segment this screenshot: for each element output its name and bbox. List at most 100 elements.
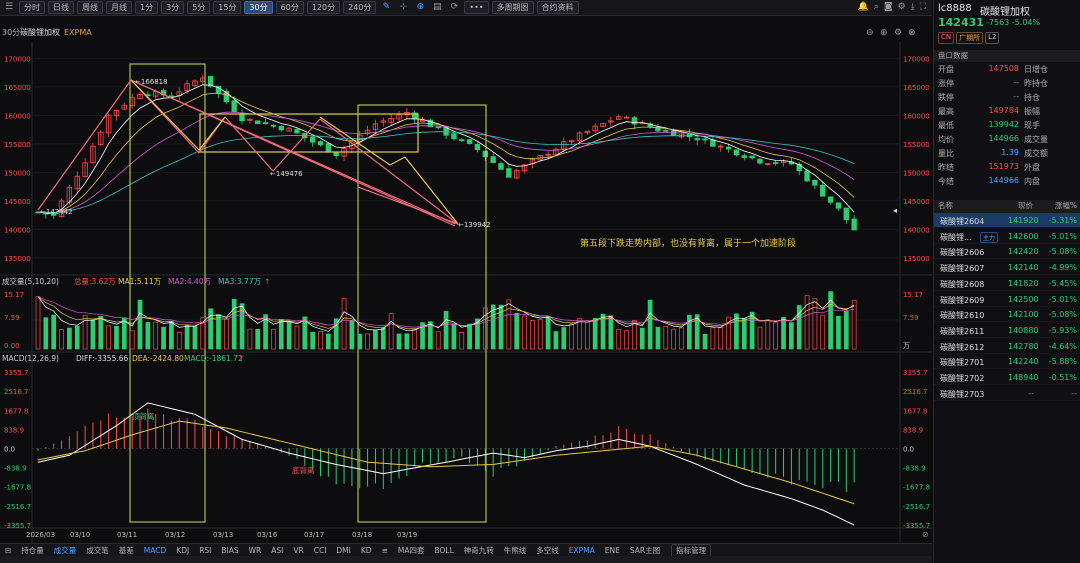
macd-axis-label-right: 1677.8 (903, 407, 928, 415)
indicator-tab[interactable]: 指标管理 (671, 543, 712, 557)
period-button[interactable]: ••• (464, 1, 489, 14)
indicator-tab[interactable]: RSI (194, 546, 216, 555)
period-button[interactable]: 5分 (187, 1, 211, 14)
search-icon[interactable]: ⌕ (874, 2, 879, 12)
macd-axis-label-right: 0.0 (903, 446, 914, 454)
volume-bar (467, 323, 472, 350)
bell-icon[interactable]: 🔔 (858, 2, 869, 12)
indicator-tab[interactable]: BOLL (429, 546, 458, 555)
contract-list-item[interactable]: 碳酸锂2612 142780 -4.64% (934, 339, 1080, 354)
indicator-tab[interactable]: 多空线 (531, 545, 564, 556)
indicator-tab[interactable]: 牛熊线 (499, 545, 532, 556)
candle-body (694, 138, 700, 141)
collapse-icon[interactable]: ⊟ (0, 546, 16, 555)
draw-icon[interactable]: ✎ (379, 1, 393, 14)
period-button[interactable]: 120分 (306, 1, 341, 14)
main-contract-badge: 主力 (980, 231, 999, 243)
candle-body (506, 168, 512, 178)
volume-bar (702, 333, 708, 350)
candle-body (702, 138, 708, 141)
settings-icon[interactable]: ⚙ (898, 2, 906, 12)
contract-list-item[interactable]: 碳酸锂2606 142420 -5.08% (934, 244, 1080, 260)
indicator-tab[interactable]: ENE (600, 546, 625, 555)
contract-item-change: -5.93% (1048, 325, 1077, 335)
settings-small-icon[interactable]: ⚙ (894, 28, 902, 38)
indicator-tab[interactable]: VR (288, 546, 308, 555)
indicator-tab[interactable]: 神奇九转 (459, 545, 499, 556)
crosshair-icon[interactable]: ⊹ (396, 1, 410, 14)
indicator-tab[interactable]: MACD (139, 546, 171, 555)
volume-bar (145, 322, 151, 350)
tag-l2[interactable]: L2 (985, 32, 1000, 44)
zoom-out-icon[interactable]: ⊖ (866, 28, 874, 38)
quote-label: 量比 (938, 149, 954, 158)
contract-list-item[interactable]: 碳酸锂2610 142100 -5.08% (934, 307, 1080, 323)
menu-icon[interactable]: ☰ (2, 1, 16, 14)
period-button[interactable]: 日线 (48, 1, 74, 14)
price-axis-label-right: 150000 (903, 169, 930, 177)
indicator-tab[interactable]: MA四套 (393, 545, 430, 556)
zoom-in-icon[interactable]: ⊕ (413, 1, 427, 14)
period-button[interactable]: 1分 (135, 1, 159, 14)
indicator-tab[interactable]: SAR主图 (625, 545, 665, 556)
period-button[interactable]: 月线 (106, 1, 132, 14)
contract-item-price: 141820 (1008, 278, 1039, 288)
indicator-tab[interactable]: KDJ (171, 546, 194, 555)
volume-bar (192, 326, 198, 350)
contract-list-item[interactable]: 碳酸锂... 142600 -5.01% 主力 (934, 229, 1080, 244)
contract-item-name: 碳酸锂2611 (940, 326, 985, 336)
refresh-icon[interactable]: ⟳ (447, 1, 461, 14)
quote-value: 144966 (988, 176, 1019, 185)
contract-list-item[interactable]: 碳酸锂2701 142240 -5.88% (934, 354, 1080, 370)
volume-unit-label: 万 (903, 342, 910, 350)
period-button[interactable]: 15分 (213, 1, 242, 14)
candle-body (631, 117, 638, 125)
contract-list-item[interactable]: 碳酸锂2607 142140 -4.99% (934, 260, 1080, 276)
kline-chart-svg[interactable]: 30分 碳酸锂加权 EXPMA ⊖ ⊕ ⚙ ⊗ 170000 170000 1650… (0, 17, 932, 543)
indicator-tabs-bar: ⊟ 持仓量 成交量 成交笔 基差 MACD KDJ RSI BIAS WR ASI VR CCI DMI K… (0, 543, 932, 557)
contract-item-name: 碳酸锂2701 (940, 358, 985, 368)
indicator-tab[interactable]: EXPMA (564, 546, 600, 555)
period-button[interactable]: 合约资料 (536, 1, 579, 14)
indicator-tab[interactable]: DMI (331, 546, 355, 555)
candle-body (843, 207, 850, 221)
contract-list-item[interactable]: 碳酸锂2611 140880 -5.93% (934, 323, 1080, 338)
arrow-up-icon: ↑ (264, 277, 270, 286)
indicator-tab[interactable]: 成交笔 (81, 545, 114, 556)
indicator-tab[interactable]: ≡ (377, 546, 393, 555)
period-button[interactable]: 60分 (275, 1, 304, 14)
contract-list-item[interactable]: 碳酸锂2703 -- -- (934, 386, 1080, 401)
volume-bar (216, 314, 221, 350)
contract-list-item[interactable]: 碳酸锂2604 141920 -5.31% (934, 213, 1080, 228)
chart-area[interactable]: 30分 碳酸锂加权 EXPMA ⊖ ⊕ ⚙ ⊗ 170000 170000 1650… (0, 17, 932, 543)
volume-bar (781, 317, 786, 350)
indicator-tab[interactable]: WR (244, 546, 267, 555)
expand-icon[interactable]: ⛶ (920, 2, 926, 12)
download-icon[interactable]: ⤓ (911, 2, 915, 12)
indicator-tab[interactable]: CCI (309, 546, 332, 555)
indicator-tab[interactable]: 基差 (114, 545, 139, 556)
indicator-tab[interactable]: 成交量 (49, 545, 82, 556)
candle-body (804, 170, 810, 182)
indicator-tab[interactable]: 持仓量 (16, 545, 49, 556)
indicator-tab[interactable]: KD (356, 546, 377, 555)
period-button[interactable]: 多周期图 (491, 1, 534, 14)
date-axis-label: 03/16 (257, 531, 278, 539)
chart-reset-icon[interactable]: ⊘ (922, 530, 929, 539)
candle-body (309, 136, 316, 143)
camera-icon[interactable]: ◙ (884, 2, 893, 12)
period-button[interactable]: 3分 (161, 1, 185, 14)
close-panel-icon[interactable]: ⊗ (908, 28, 916, 38)
layout-icon[interactable]: ▤ (430, 1, 444, 14)
period-button[interactable]: 240分 (343, 1, 377, 14)
indicator-tab[interactable]: ASI (266, 546, 288, 555)
contract-list-item[interactable]: 碳酸锂2609 142500 -5.01% (934, 292, 1080, 307)
period-button[interactable]: 分时 (19, 1, 45, 14)
period-button[interactable]: 周线 (77, 1, 103, 14)
indicator-tab[interactable]: BIAS (216, 546, 243, 555)
period-button[interactable]: 30分 (244, 1, 273, 14)
contract-list-item[interactable]: 碳酸锂2702 148940 -0.51% (934, 370, 1080, 385)
contract-list-item[interactable]: 碳酸锂2608 141820 -5.45% (934, 276, 1080, 291)
zoom-in-icon[interactable]: ⊕ (880, 28, 888, 38)
volume-bar (545, 315, 551, 350)
